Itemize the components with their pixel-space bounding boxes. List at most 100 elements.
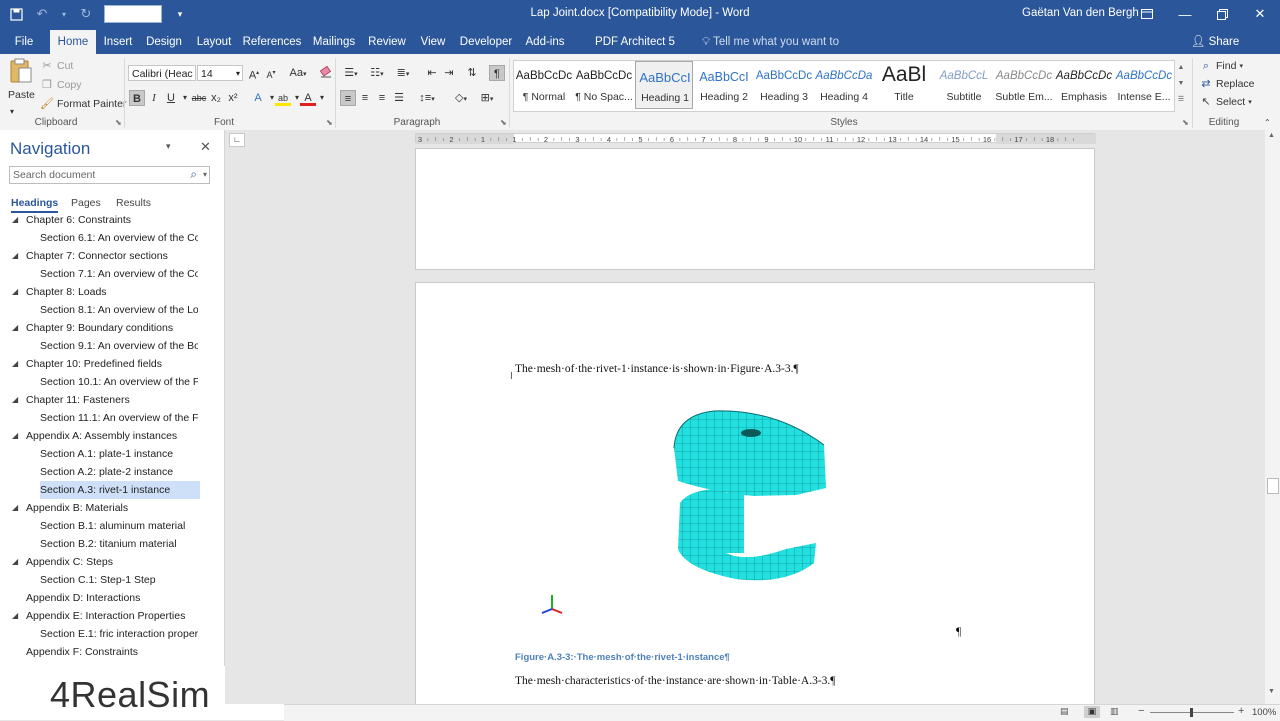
collapse-triangle-icon[interactable]: ◢ bbox=[12, 355, 18, 373]
collapse-triangle-icon[interactable]: ◢ bbox=[12, 283, 18, 301]
heading-item[interactable]: ◢ Appendix A: Assembly instances bbox=[12, 427, 200, 445]
tab-layout[interactable]: Layout bbox=[194, 30, 234, 54]
tab-add-ins[interactable]: Add-ins bbox=[522, 30, 568, 54]
search-document-input[interactable]: Search document ⌕ ▾ bbox=[9, 166, 210, 184]
zoom-slider[interactable] bbox=[1150, 708, 1234, 717]
style-heading-3[interactable]: AaBbCcDc Heading 3 bbox=[755, 61, 813, 109]
tab-home[interactable]: Home bbox=[50, 30, 96, 54]
copy-button[interactable]: ❐ Copy bbox=[40, 78, 81, 92]
heading-item[interactable]: ◢ Chapter 7: Connector sections bbox=[12, 247, 200, 265]
align-right-icon[interactable]: ≡ bbox=[374, 90, 390, 106]
subheading-item[interactable]: Section A.1: plate-1 instance bbox=[40, 445, 200, 463]
collapse-ribbon-icon[interactable]: ⌃ bbox=[1264, 118, 1271, 127]
style-heading-4[interactable]: AaBbCcDa Heading 4 bbox=[815, 61, 873, 109]
multilevel-list-icon[interactable]: ≣▾ bbox=[392, 65, 414, 81]
paragraph-text[interactable]: The·mesh·of·the·rivet-1·instance·is·show… bbox=[515, 363, 799, 375]
collapse-triangle-icon[interactable]: ◢ bbox=[12, 427, 18, 445]
style-emphasis[interactable]: AaBbCcDc Emphasis bbox=[1055, 61, 1113, 109]
heading-item[interactable]: ◢ Appendix C: Steps bbox=[12, 553, 200, 571]
figure-caption[interactable]: Figure·A.3-3:·The·mesh·of·the·rivet-1·in… bbox=[515, 652, 730, 663]
read-mode-icon[interactable]: ▤ bbox=[1060, 706, 1074, 718]
italic-button[interactable]: I bbox=[146, 90, 162, 106]
subheading-item[interactable]: Section C.1: Step-1 Step bbox=[40, 571, 200, 589]
align-left-icon[interactable]: ≡ bbox=[340, 90, 356, 106]
shading-icon[interactable]: ◇▾ bbox=[450, 90, 472, 106]
collapse-triangle-icon[interactable]: ◢ bbox=[12, 319, 18, 337]
borders-icon[interactable]: ⊞▾ bbox=[476, 90, 498, 106]
font-name-box[interactable]: Calibri (Heac bbox=[128, 65, 196, 81]
style-subtle-emphasis[interactable]: AaBbCcDc Subtle Em... bbox=[995, 61, 1053, 109]
paste-dropdown-icon[interactable]: ▾ bbox=[10, 107, 14, 116]
subheading-item[interactable]: Section 9.1: An overview of the Bo... bbox=[40, 337, 200, 355]
style-heading-1[interactable]: AaBbCcI Heading 1 bbox=[635, 61, 693, 109]
tab-pdf-architect[interactable]: PDF Architect 5 Creator bbox=[576, 30, 694, 72]
select-button[interactable]: ↖ Select ▾ bbox=[1199, 95, 1251, 109]
sort-icon[interactable]: ⇅ bbox=[464, 65, 480, 81]
style-subtitle[interactable]: AaBbCcL Subtitle bbox=[935, 61, 993, 109]
zoom-level[interactable]: 100% bbox=[1252, 707, 1276, 718]
close-pane-icon[interactable]: ✕ bbox=[200, 139, 211, 155]
share-button[interactable]: 👤︎ Share bbox=[1190, 30, 1240, 54]
close-icon[interactable]: ✕ bbox=[1250, 4, 1270, 24]
subheading-item[interactable]: Section 8.1: An overview of the Lo... bbox=[40, 301, 200, 319]
tab-review[interactable]: Review bbox=[366, 30, 408, 54]
collapse-triangle-icon[interactable]: ◢ bbox=[12, 391, 18, 409]
change-case-button[interactable]: Aa▾ bbox=[287, 65, 309, 81]
search-icon[interactable]: ⌕ bbox=[190, 166, 197, 182]
style-no-spacing[interactable]: AaBbCcDc ¶ No Spac... bbox=[575, 61, 633, 109]
heading-item[interactable]: ◢ Chapter 6: Constraints bbox=[12, 211, 200, 229]
chevron-up-icon[interactable]: ▲ bbox=[1268, 132, 1275, 139]
heading-item[interactable]: ◢ Chapter 9: Boundary conditions bbox=[12, 319, 200, 337]
strikethrough-button[interactable]: abc bbox=[190, 90, 208, 106]
cut-button[interactable]: ✂ Cut bbox=[40, 59, 73, 73]
heading-item[interactable]: Appendix F: Constraints bbox=[26, 643, 200, 661]
subheading-item[interactable]: Section B.1: aluminum material bbox=[40, 517, 200, 535]
user-name[interactable]: Gaëtan Van den Bergh bbox=[1022, 7, 1139, 19]
collapse-triangle-icon[interactable]: ◢ bbox=[12, 247, 18, 265]
font-color-dropdown-icon[interactable]: ▾ bbox=[314, 90, 330, 106]
tab-results[interactable]: Results bbox=[116, 197, 151, 209]
heading-item[interactable]: ◢ Chapter 8: Loads bbox=[12, 283, 200, 301]
tab-file[interactable]: File bbox=[6, 30, 42, 54]
subheading-item[interactable]: Section E.1: fric interaction property bbox=[40, 625, 200, 643]
zoom-in-icon[interactable]: + bbox=[1238, 705, 1244, 717]
heading-item[interactable]: Appendix D: Interactions bbox=[26, 589, 200, 607]
tab-view[interactable]: View bbox=[416, 30, 450, 54]
zoom-slider-thumb[interactable] bbox=[1190, 708, 1193, 717]
show-hide-marks-icon[interactable]: ¶ bbox=[489, 65, 505, 81]
tab-insert[interactable]: Insert bbox=[100, 30, 136, 54]
pane-options-icon[interactable]: ▾ bbox=[166, 141, 171, 152]
bullets-icon[interactable]: ☰▾ bbox=[340, 65, 362, 81]
heading-item[interactable]: ◢ Appendix B: Materials bbox=[12, 499, 200, 517]
tab-references[interactable]: References bbox=[242, 30, 302, 54]
minimize-icon[interactable]: — bbox=[1175, 4, 1195, 24]
heading-item[interactable]: ◢ Appendix E: Interaction Properties bbox=[12, 607, 200, 625]
collapse-triangle-icon[interactable]: ◢ bbox=[12, 607, 18, 625]
more-styles-icon[interactable]: ☰ bbox=[1175, 92, 1187, 108]
font-size-box[interactable]: 14 ▾ bbox=[197, 65, 243, 81]
bold-button[interactable]: B bbox=[129, 90, 145, 106]
rivet-mesh-figure[interactable] bbox=[666, 403, 846, 588]
heading-item[interactable]: ◢ Chapter 10: Predefined fields bbox=[12, 355, 200, 373]
paragraph-launcher-icon[interactable]: ⬊ bbox=[500, 118, 507, 127]
print-layout-icon[interactable]: ▣ bbox=[1084, 706, 1100, 718]
horizontal-ruler[interactable]: 3 2 1 1 2 3 4 5 6 7 8 9 10 11 12 13 14 15 16 17 18 bbox=[415, 133, 1096, 144]
style-intense-emphasis[interactable]: AaBbCcDc Intense E... bbox=[1115, 61, 1173, 109]
style-heading-2[interactable]: AaBbCcI Heading 2 bbox=[695, 61, 753, 109]
collapse-triangle-icon[interactable]: ◢ bbox=[12, 553, 18, 571]
zoom-out-icon[interactable]: − bbox=[1138, 705, 1144, 717]
styles-gallery-scroll[interactable]: ▲ ▼ ☰ bbox=[1175, 60, 1187, 110]
shrink-font-button[interactable]: A▾ bbox=[263, 65, 279, 81]
subheading-item[interactable]: Section 10.1: An overview of the P... bbox=[40, 373, 200, 391]
find-button[interactable]: ⌕ Find ▾ bbox=[1199, 59, 1243, 73]
web-layout-icon[interactable]: ▥ bbox=[1110, 706, 1124, 718]
justify-icon[interactable]: ☰ bbox=[391, 90, 407, 106]
subheading-item[interactable]: Section 11.1: An overview of the F... bbox=[40, 409, 200, 427]
paragraph-text[interactable]: The·mesh·characteristics·of·the·instance… bbox=[515, 675, 836, 687]
subheading-item[interactable]: Section B.2: titanium material bbox=[40, 535, 200, 553]
grow-font-button[interactable]: A▴ bbox=[246, 65, 262, 82]
subheading-item[interactable]: Section 7.1: An overview of the Co... bbox=[40, 265, 200, 283]
vertical-scrollbar[interactable]: ▲ ▼ bbox=[1265, 130, 1280, 704]
replace-button[interactable]: ⇄ Replace bbox=[1199, 77, 1254, 91]
decrease-indent-icon[interactable]: ⇤ bbox=[424, 65, 440, 81]
